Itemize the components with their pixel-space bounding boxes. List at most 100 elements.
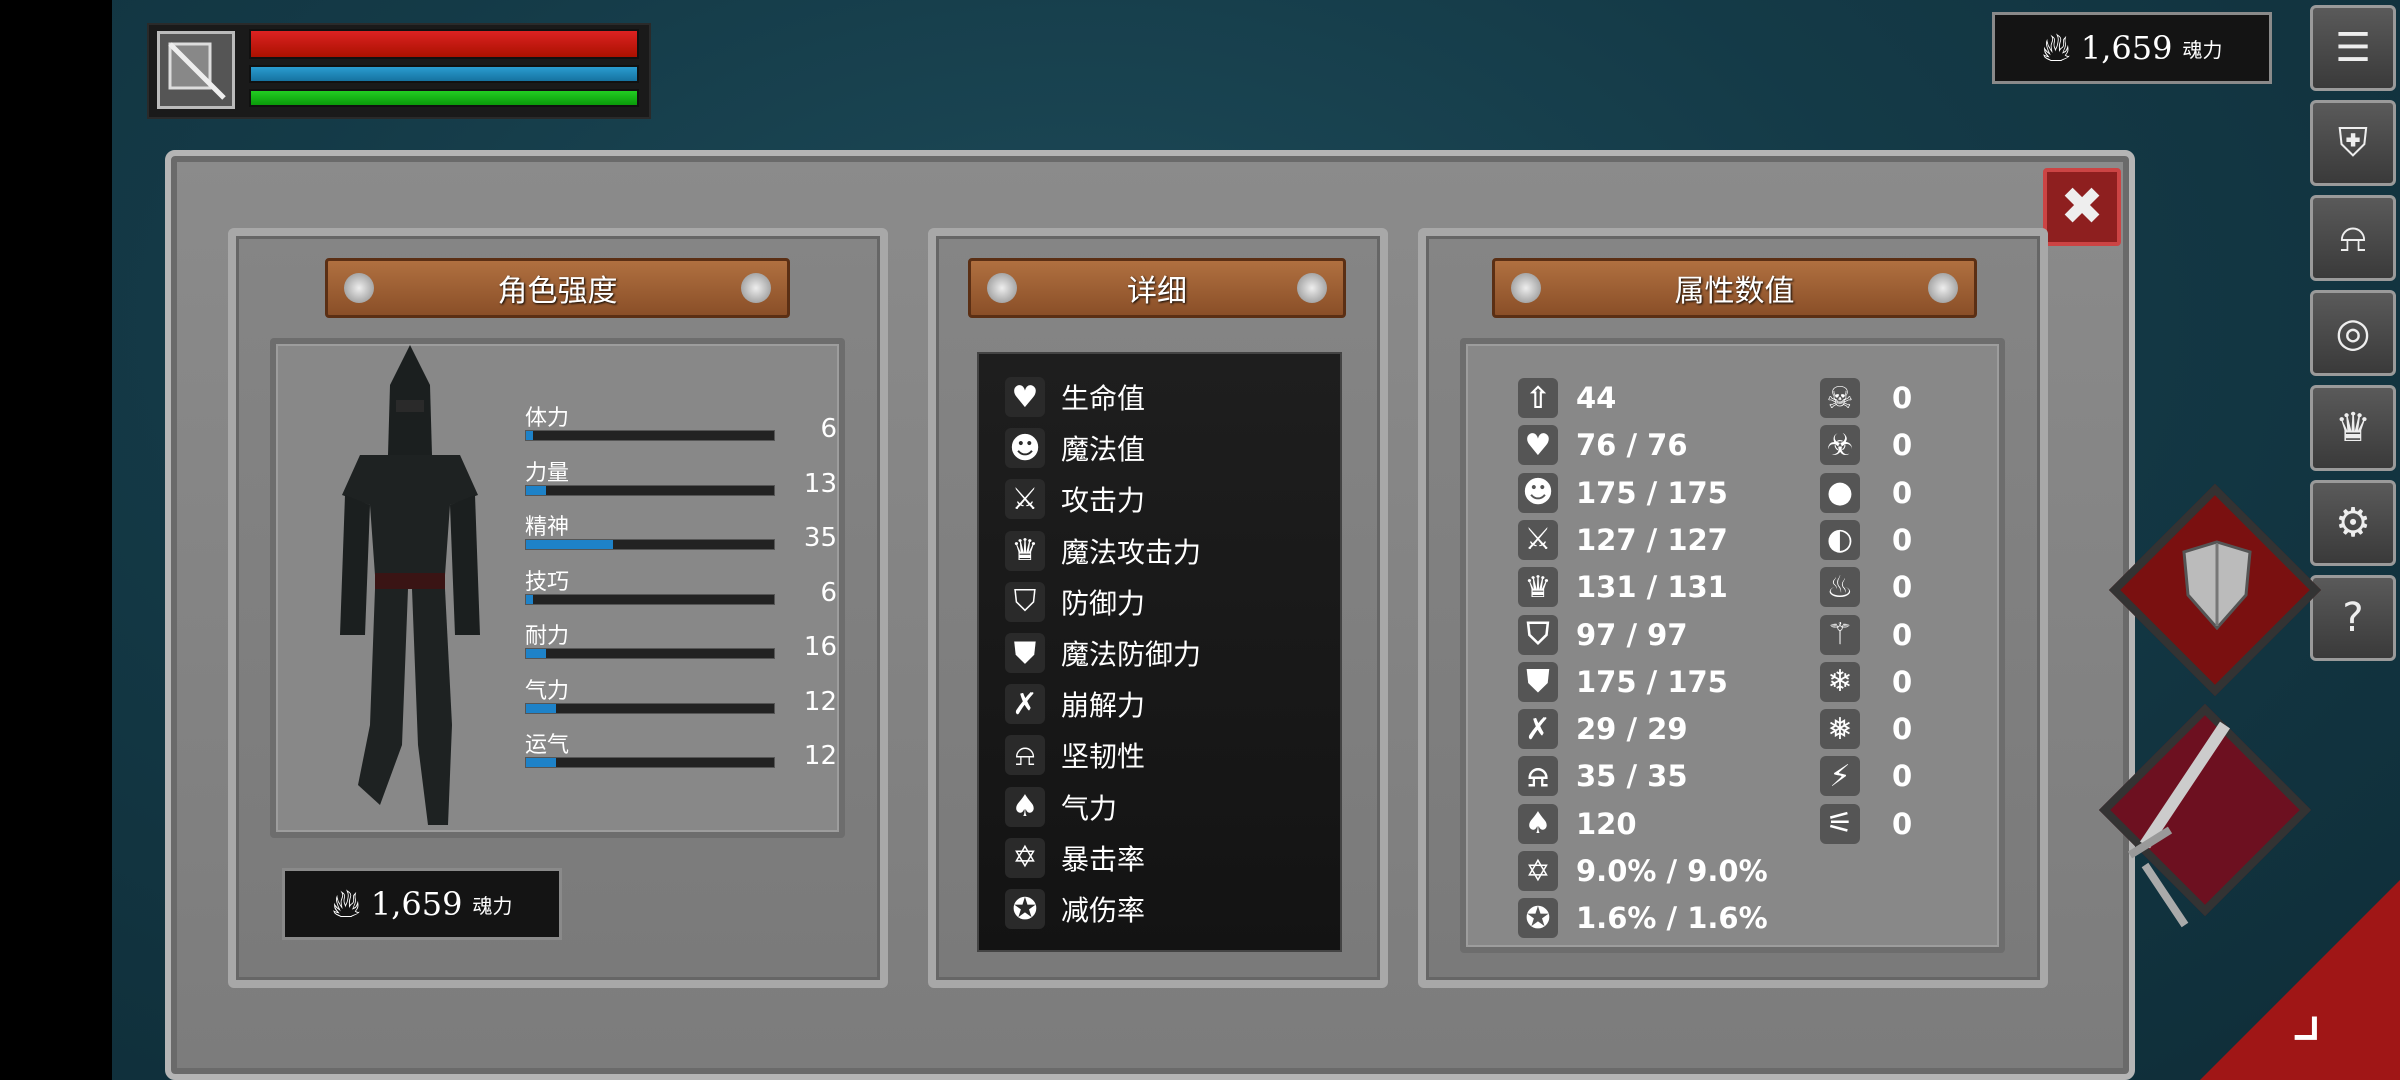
crown-icon: ♛ — [2335, 405, 2371, 451]
stat-label: 运气 — [525, 733, 570, 758]
skull-icon: ☠ — [1820, 378, 1860, 418]
sword-shield-icon[interactable] — [157, 31, 235, 109]
shield-star-icon: ✪ — [1005, 889, 1045, 929]
magic-crown-icon: ♛ — [1005, 530, 1045, 571]
level-icon: ⇧ — [1518, 378, 1558, 418]
close-icon: ✖ — [2060, 177, 2104, 237]
character-panel-header: 角色强度 — [325, 258, 790, 318]
shield-star-icon: ✪ — [1518, 898, 1558, 939]
stat-value: 6 — [820, 414, 837, 444]
stat-value: 6 — [820, 577, 837, 608]
stat-row: 力量 13 — [525, 455, 837, 499]
attribute-value: 127 / 127 — [1576, 522, 1728, 557]
stat-bar-fill — [526, 758, 556, 767]
detail-row[interactable]: ♛ 魔法攻击力 — [1005, 530, 1202, 571]
stat-bar — [525, 539, 775, 550]
heart-icon: ♥ — [1518, 425, 1558, 466]
menu-equipment-button[interactable]: ⛨ — [2310, 100, 2396, 186]
attribute-value: 131 / 131 — [1576, 570, 1728, 605]
collapse-icon[interactable]: ⌟ — [2290, 970, 2323, 1052]
resistance-row: ⚟ 0 — [1820, 803, 1913, 844]
shield-icon — [2182, 540, 2252, 631]
detail-label: 坚韧性 — [1061, 740, 1146, 774]
blood-resist-icon: ◐ — [1820, 519, 1860, 560]
break-icon: ✗ — [1005, 684, 1045, 725]
detail-row[interactable]: ♠ 气力 — [1005, 786, 1118, 827]
resistance-row: ♨ 0 — [1820, 567, 1913, 608]
detail-row[interactable]: ⍾ 坚韧性 — [1005, 735, 1146, 776]
sword-icon: ⚔ — [1005, 479, 1045, 520]
menu-list-button[interactable]: ☰ — [2310, 5, 2396, 91]
detail-row[interactable]: ⚔ 攻击力 — [1005, 479, 1145, 520]
stat-bar-fill — [526, 649, 546, 658]
detail-label: 魔法防御力 — [1061, 638, 1202, 671]
star-burst-icon: ✡ — [1005, 837, 1045, 878]
soul-unit: 魂力 — [472, 893, 513, 918]
menu-help-button[interactable]: ? — [2310, 575, 2396, 661]
resistance-value: 0 — [1892, 570, 1913, 605]
lungs-icon: ♠ — [1005, 786, 1045, 827]
menu-helmet-button[interactable]: ⍾ — [2310, 195, 2396, 281]
detail-label: 气力 — [1061, 791, 1118, 825]
resistance-row: ⚚ 0 — [1820, 614, 1913, 655]
magic-shield-icon: ⛊ — [1518, 661, 1558, 702]
attribute-value: 175 / 175 — [1576, 664, 1728, 699]
resistance-value: 0 — [1892, 428, 1913, 463]
attribute-row: ✡ 9.0% / 9.0% — [1518, 851, 1768, 891]
resistance-row: ☣ 0 — [1820, 425, 1913, 466]
detail-label: 减伤率 — [1061, 894, 1146, 927]
attributes-panel-title: 属性数值 — [1674, 274, 1795, 309]
close-button[interactable]: ✖ — [2043, 168, 2121, 246]
menu-soul-button[interactable]: ◎ — [2310, 290, 2396, 376]
attribute-row: ⛉ 97 / 97 — [1518, 614, 1688, 655]
attribute-value: 44 — [1576, 381, 1617, 415]
mana-bar — [249, 65, 639, 83]
detail-label: 魔法攻击力 — [1061, 535, 1202, 569]
stat-label: 精神 — [525, 515, 570, 540]
helmet-icon: ⍾ — [1518, 756, 1558, 797]
detail-label: 崩解力 — [1061, 689, 1146, 723]
menu-settings-button[interactable]: ⚙ — [2310, 480, 2396, 566]
detail-row[interactable]: ✗ 崩解力 — [1005, 684, 1146, 725]
stat-label: 技巧 — [525, 569, 570, 595]
attribute-row: ⍾ 35 / 35 — [1518, 756, 1688, 797]
detail-row[interactable]: ✪ 减伤率 — [1005, 889, 1145, 929]
attribute-row: ⇧ 44 — [1518, 378, 1616, 418]
stat-value: 12 — [803, 686, 837, 717]
detail-row[interactable]: ✡ 暴击率 — [1005, 837, 1146, 878]
detail-label: 暴击率 — [1061, 842, 1146, 876]
detail-row[interactable]: ⛉ 防御力 — [1005, 581, 1145, 622]
stat-value: 13 — [803, 468, 837, 499]
attribute-value: 35 / 35 — [1576, 759, 1688, 794]
character-panel-title: 角色强度 — [497, 274, 618, 309]
stat-value: 35 — [803, 523, 837, 553]
heart-icon: ♥ — [1005, 377, 1045, 417]
stud-icon — [344, 273, 374, 303]
detail-row[interactable]: ⛊ 魔法防御力 — [1005, 633, 1201, 673]
stat-label: 气力 — [525, 678, 570, 704]
fire-resist-icon: ⚚ — [1820, 614, 1860, 655]
attribute-row: ♛ 131 / 131 — [1518, 567, 1728, 608]
attribute-value: 76 / 76 — [1576, 428, 1688, 463]
left-black-bar — [0, 0, 112, 1080]
attribute-value: 9.0% / 9.0% — [1576, 854, 1768, 888]
stat-bar-fill — [526, 594, 534, 604]
stud-icon — [1928, 273, 1958, 303]
detail-row[interactable]: ♥ 生命值 — [1005, 377, 1145, 417]
attribute-row: ⛊ 175 / 175 — [1518, 661, 1728, 702]
detail-row[interactable]: ☻ 魔法值 — [1005, 428, 1145, 469]
resistance-row: ❄ 0 — [1820, 661, 1912, 702]
resistance-value: 0 — [1892, 759, 1913, 794]
flame-icon: 🔥︎ — [331, 881, 361, 927]
resistance-row: ● 0 — [1820, 472, 1912, 513]
resistance-value: 0 — [1892, 617, 1913, 652]
resistance-row: ☠ 0 — [1820, 378, 1912, 418]
resistance-value: 0 — [1892, 806, 1913, 841]
lightning-icon: ⚡ — [1820, 756, 1860, 797]
attribute-row: ⚔ 127 / 127 — [1518, 519, 1728, 560]
menu-crown-button[interactable]: ♛ — [2310, 385, 2396, 471]
lightning-resist-icon: ⚟ — [1820, 803, 1860, 844]
stat-row: 运气 12 — [525, 727, 837, 771]
attribute-value: 1.6% / 1.6% — [1576, 901, 1768, 936]
stat-bar — [525, 648, 775, 659]
